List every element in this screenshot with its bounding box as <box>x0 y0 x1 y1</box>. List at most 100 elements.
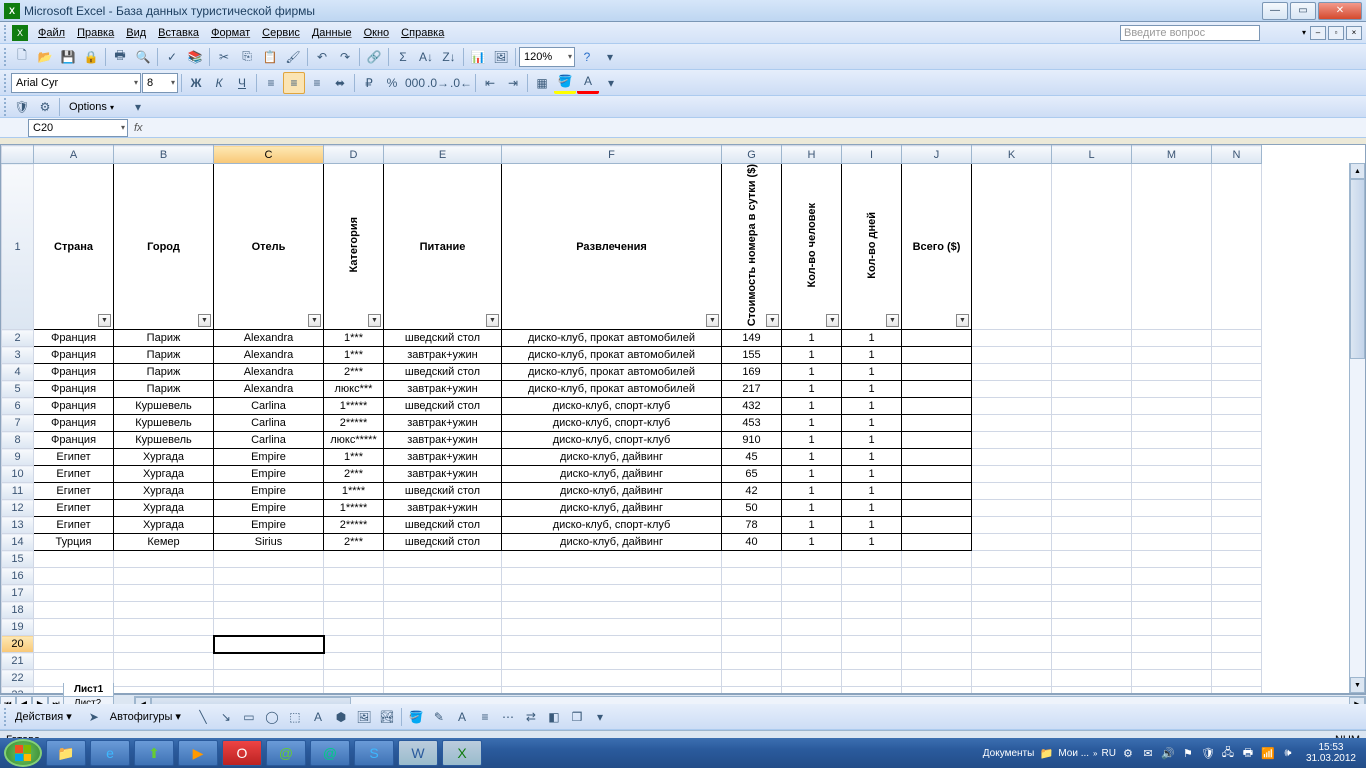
cell[interactable]: Хургада <box>114 449 214 466</box>
cell[interactable]: 155 <box>722 347 782 364</box>
cell[interactable]: шведский стол <box>384 364 502 381</box>
cell[interactable] <box>1132 500 1212 517</box>
cell[interactable] <box>1052 585 1132 602</box>
row-header-7[interactable]: 7 <box>2 415 34 432</box>
row-header-16[interactable]: 16 <box>2 568 34 585</box>
cell[interactable] <box>1052 466 1132 483</box>
vertical-scrollbar[interactable]: ▲ ▼ <box>1349 163 1365 693</box>
cell[interactable]: 1 <box>782 364 842 381</box>
cell[interactable] <box>384 670 502 687</box>
task-media[interactable]: ▶ <box>178 740 218 766</box>
cell[interactable] <box>1212 164 1262 330</box>
cell[interactable] <box>214 653 324 670</box>
cell[interactable] <box>902 483 972 500</box>
percent-button[interactable]: % <box>381 72 403 94</box>
cell[interactable] <box>1052 415 1132 432</box>
cell[interactable] <box>782 585 842 602</box>
cell[interactable] <box>1132 415 1212 432</box>
cell[interactable] <box>722 636 782 653</box>
comma-button[interactable]: 000 <box>404 72 426 94</box>
fill-color-button[interactable]: 🪣 <box>554 72 576 94</box>
cell[interactable]: диско-клуб, дайвинг <box>502 449 722 466</box>
cell[interactable]: 78 <box>722 517 782 534</box>
cell[interactable]: люкс*** <box>324 381 384 398</box>
cell[interactable] <box>782 636 842 653</box>
cell[interactable]: диско-клуб, прокат автомобилей <box>502 364 722 381</box>
merge-center-button[interactable]: ⬌ <box>329 72 351 94</box>
cell[interactable]: 1 <box>782 381 842 398</box>
start-button[interactable] <box>4 739 42 767</box>
cell[interactable]: завтрак+ужин <box>384 381 502 398</box>
tray-icon[interactable]: ⚙ <box>1120 745 1136 761</box>
col-header-J[interactable]: J <box>902 146 972 164</box>
cell[interactable] <box>324 687 384 694</box>
row-header-19[interactable]: 19 <box>2 619 34 636</box>
chart-button[interactable]: 📊 <box>467 46 489 68</box>
tray-icon[interactable]: 🖶 <box>1240 745 1256 761</box>
tray-docs-label[interactable]: Документы <box>983 748 1035 759</box>
col-header-E[interactable]: E <box>384 146 502 164</box>
cell[interactable] <box>502 619 722 636</box>
cell[interactable] <box>1132 517 1212 534</box>
cell[interactable] <box>1132 534 1212 551</box>
cell[interactable] <box>1212 534 1262 551</box>
cell[interactable]: 1 <box>842 500 902 517</box>
task-mail[interactable]: @ <box>266 740 306 766</box>
toolbar-options-icon[interactable]: ▾ <box>600 72 622 94</box>
cell[interactable] <box>722 585 782 602</box>
cell[interactable]: Хургада <box>114 500 214 517</box>
picture-button[interactable]: 🏞 <box>376 706 398 728</box>
cell[interactable]: завтрак+ужин <box>384 466 502 483</box>
cell[interactable]: 1 <box>842 381 902 398</box>
menu-вставка[interactable]: Вставка <box>152 25 205 41</box>
cell[interactable] <box>114 653 214 670</box>
cell[interactable] <box>384 568 502 585</box>
cell[interactable] <box>782 551 842 568</box>
cell[interactable] <box>972 602 1052 619</box>
cell[interactable] <box>1132 551 1212 568</box>
cell[interactable] <box>384 619 502 636</box>
cell[interactable] <box>972 670 1052 687</box>
cell[interactable] <box>842 670 902 687</box>
cell[interactable] <box>902 670 972 687</box>
cell[interactable] <box>214 551 324 568</box>
cell[interactable] <box>902 449 972 466</box>
row-header-5[interactable]: 5 <box>2 381 34 398</box>
cell[interactable] <box>902 500 972 517</box>
cell[interactable]: 42 <box>722 483 782 500</box>
cell[interactable]: Alexandra <box>214 347 324 364</box>
3d-button[interactable]: ❒ <box>566 706 588 728</box>
cell[interactable] <box>214 687 324 694</box>
cell[interactable] <box>902 653 972 670</box>
cell[interactable] <box>34 636 114 653</box>
cell[interactable]: люкс***** <box>324 432 384 449</box>
select-all-corner[interactable] <box>2 146 34 164</box>
cell[interactable] <box>1052 449 1132 466</box>
cell[interactable] <box>214 602 324 619</box>
cell[interactable] <box>1132 602 1212 619</box>
cell[interactable] <box>782 602 842 619</box>
cell[interactable] <box>1212 551 1262 568</box>
header-cell[interactable]: Категория▼ <box>324 164 384 330</box>
cell[interactable]: диско-клуб, прокат автомобилей <box>502 381 722 398</box>
cell[interactable] <box>1132 432 1212 449</box>
cell[interactable] <box>1212 602 1262 619</box>
security-button[interactable]: 🛡 <box>11 96 33 118</box>
cell[interactable] <box>972 415 1052 432</box>
cell[interactable] <box>114 687 214 694</box>
cell[interactable] <box>902 381 972 398</box>
cell[interactable] <box>1212 381 1262 398</box>
cell[interactable] <box>114 636 214 653</box>
name-box[interactable]: C20 <box>28 119 128 137</box>
new-button[interactable]: 🗋 <box>11 46 33 68</box>
cell[interactable]: 1 <box>782 466 842 483</box>
maximize-button[interactable]: ▭ <box>1290 2 1316 20</box>
cell[interactable] <box>1132 330 1212 347</box>
cell[interactable]: диско-клуб, спорт-клуб <box>502 517 722 534</box>
font-name-combo[interactable]: Arial Cyr <box>11 73 141 93</box>
col-header-M[interactable]: M <box>1132 146 1212 164</box>
cell[interactable]: Франция <box>34 330 114 347</box>
cell[interactable]: 1 <box>782 432 842 449</box>
cell[interactable]: шведский стол <box>384 483 502 500</box>
cell[interactable] <box>972 636 1052 653</box>
